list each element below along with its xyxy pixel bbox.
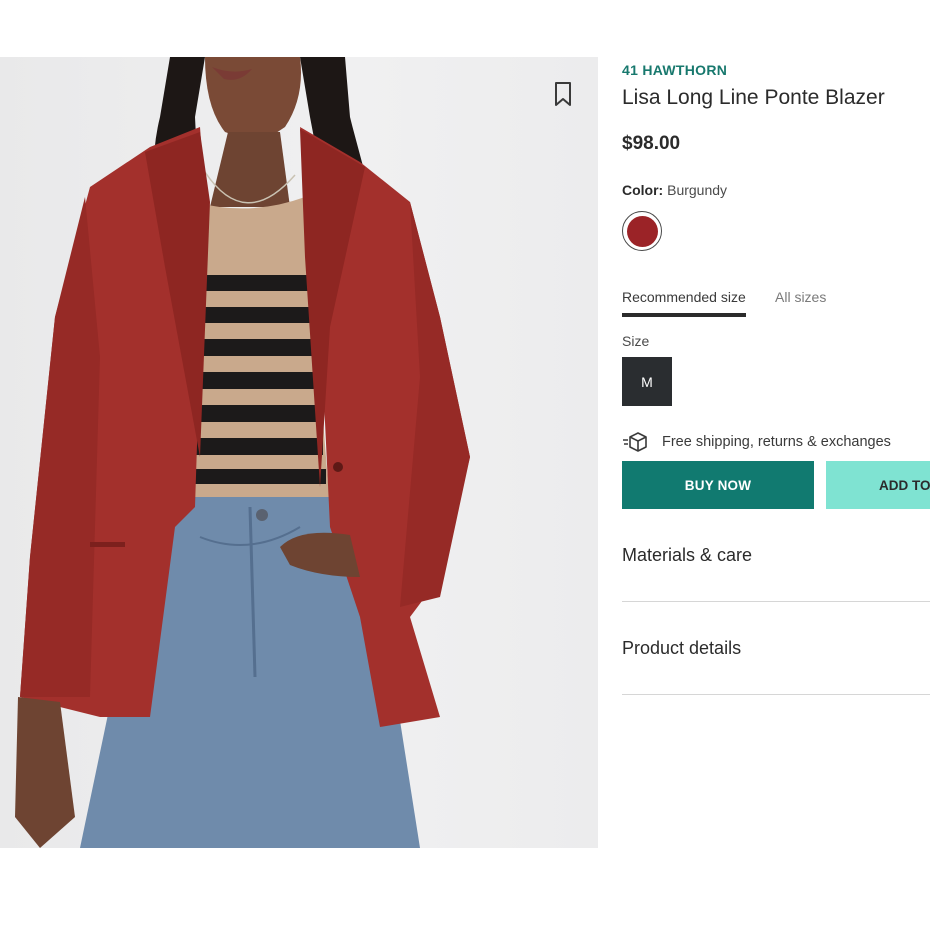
accordion-product-details[interactable]: Product details [622, 638, 930, 659]
add-to-bag-button[interactable]: ADD TO [826, 461, 930, 509]
box-icon [623, 432, 647, 452]
size-option-m[interactable]: M [622, 357, 672, 406]
color-swatch-dot [626, 215, 658, 247]
color-label-key: Color: [622, 182, 664, 198]
model-illustration [15, 57, 470, 848]
color-value: Burgundy [667, 182, 728, 198]
accordion-materials-care[interactable]: Materials & care [622, 545, 930, 566]
brand-link[interactable]: 41 HAWTHORN [622, 62, 727, 78]
shipping-text: Free shipping, returns & exchanges [662, 434, 891, 450]
tab-all-sizes[interactable]: All sizes [775, 289, 826, 305]
tab-recommended-size[interactable]: Recommended size [622, 289, 746, 317]
buy-now-button[interactable]: BUY NOW [622, 461, 814, 509]
divider [622, 601, 930, 602]
product-title: Lisa Long Line Ponte Blazer [622, 86, 885, 109]
product-price: $98.00 [622, 133, 681, 154]
shipping-info: Free shipping, returns & exchanges [622, 431, 891, 453]
product-image[interactable] [0, 57, 598, 848]
color-label: Color: Burgundy [622, 182, 727, 198]
divider [622, 694, 930, 695]
size-label: Size [622, 333, 650, 349]
bookmark-icon[interactable] [552, 80, 574, 108]
color-swatch-burgundy[interactable] [622, 211, 662, 251]
